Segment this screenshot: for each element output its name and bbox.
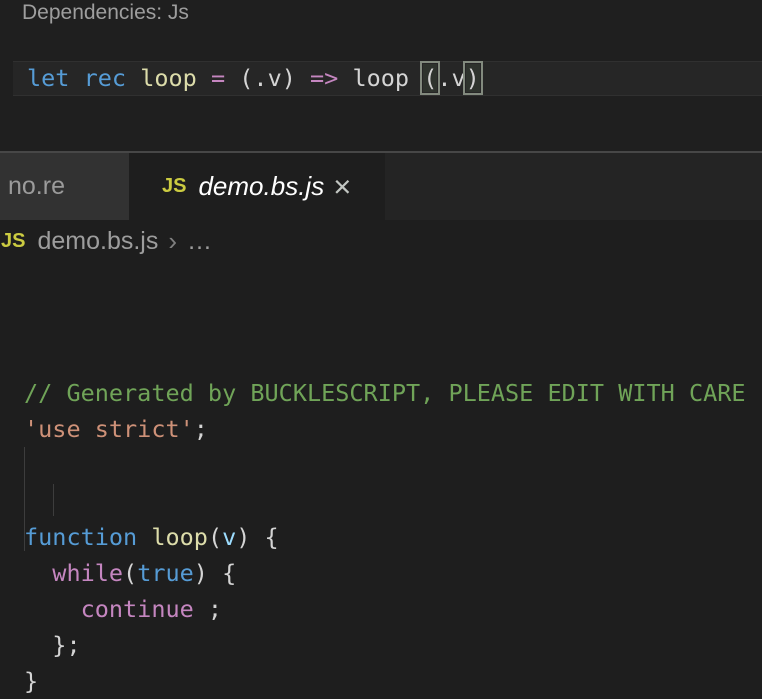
code-line[interactable]: let rec loop = (.v) => loop (.v) [27, 61, 480, 96]
code-token: ; [194, 595, 222, 623]
code-token: continue [81, 595, 194, 623]
code-line: // Generated by BUCKLESCRIPT, PLEASE EDI… [0, 375, 762, 411]
top-editor-pane[interactable]: Dependencies: Js let rec loop = (.v) => … [0, 0, 762, 151]
code-token: } [24, 667, 38, 695]
code-token [24, 559, 52, 587]
code-line [0, 447, 762, 483]
codelens-dependencies[interactable]: Dependencies: Js [22, 1, 189, 25]
code-token: ( [208, 523, 222, 551]
bottom-editor-pane[interactable]: // Generated by BUCKLESCRIPT, PLEASE EDI… [0, 263, 762, 612]
code-token: ) [466, 64, 480, 92]
code-token: let [27, 64, 69, 92]
code-token: // Generated by BUCKLESCRIPT, PLEASE EDI… [24, 379, 746, 407]
code-token: ) { [236, 523, 278, 551]
code-token: ( [123, 559, 137, 587]
code-token [126, 64, 140, 92]
code-token [69, 64, 83, 92]
breadcrumb-symbol-ellipsis[interactable]: … [187, 227, 212, 256]
code-token: .v [437, 64, 465, 92]
code-token: function [24, 523, 137, 551]
code-token: }; [24, 631, 81, 659]
code-token: rec [84, 64, 126, 92]
code-token: ) { [194, 559, 236, 587]
code-line: continue ; [0, 591, 762, 627]
tab-label: demo.bs.js [198, 171, 324, 202]
code-token: v [222, 523, 236, 551]
code-token [197, 64, 211, 92]
code-token: = [211, 64, 225, 92]
code-token [24, 595, 81, 623]
code-token: loop [338, 64, 423, 92]
chevron-right-icon: › [168, 226, 177, 257]
code-line: 'use strict'; [0, 411, 762, 447]
code-token: loop [140, 64, 197, 92]
code-line [0, 483, 762, 519]
code-token [137, 523, 151, 551]
breadcrumb: JS demo.bs.js › … [0, 220, 762, 263]
code-line: }; [0, 627, 762, 663]
code-token: => [310, 64, 338, 92]
js-file-icon: JS [162, 175, 186, 198]
code-token: (.v) [225, 64, 310, 92]
code-token: while [52, 559, 123, 587]
tab-label: no.re [8, 172, 65, 201]
code-token: true [137, 559, 194, 587]
code-line: function loop(v) { [0, 519, 762, 555]
js-file-icon: JS [1, 230, 25, 253]
code-token: 'use strict' [24, 415, 194, 443]
code-line: while(true) { [0, 555, 762, 591]
breadcrumb-filename[interactable]: demo.bs.js [37, 227, 158, 256]
tab-demo-re[interactable]: no.re [0, 153, 129, 220]
indent-guide [24, 447, 25, 551]
code-token: loop [151, 523, 208, 551]
code-token: ( [423, 64, 437, 92]
code-token: ; [194, 415, 208, 443]
tab-demo-bs-js[interactable]: JS demo.bs.js × [129, 153, 385, 220]
indent-guide [53, 484, 54, 516]
tab-bar: no.re JS demo.bs.js × [0, 153, 762, 220]
close-tab-icon[interactable]: × [333, 171, 351, 202]
code-line: } [0, 663, 762, 699]
